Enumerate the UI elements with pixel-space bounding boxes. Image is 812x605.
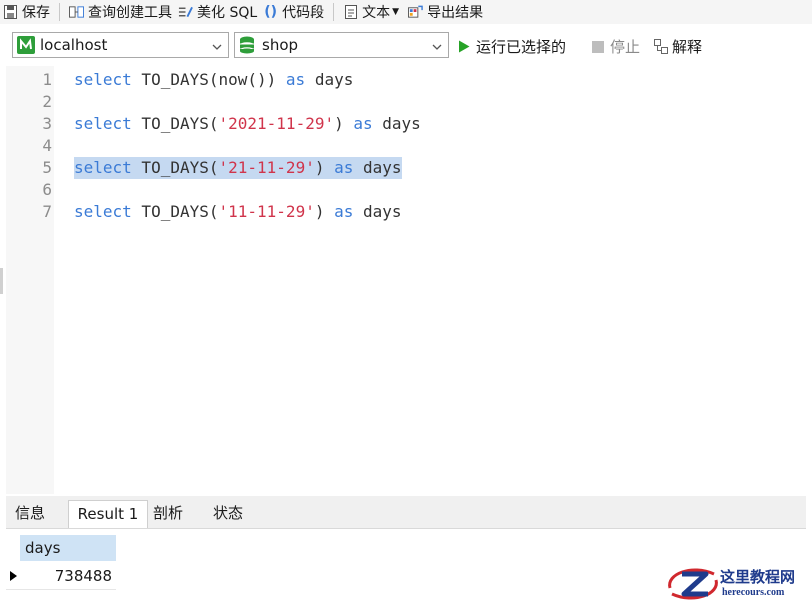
code-line[interactable]: 3 select TO_DAYS('2021-11-29') as days [6, 113, 806, 135]
query-builder-button[interactable]: 查询创建工具 [66, 0, 175, 24]
main-toolbar: 保存 查询创建工具 美化 SQL () 代码段 文本 ▼ 导出结果 [0, 0, 812, 24]
code-line[interactable]: 7 select TO_DAYS('11-11-29') as days [6, 201, 806, 223]
tab-profile[interactable]: 剖析 [148, 500, 188, 527]
keyword-token: as [334, 202, 354, 221]
server-select[interactable]: localhost [12, 32, 229, 58]
result-cell[interactable]: 738488 [20, 563, 112, 589]
beautify-sql-button[interactable]: 美化 SQL [175, 0, 260, 24]
beautify-icon [178, 5, 193, 20]
splitter-handle[interactable] [0, 268, 3, 294]
keyword-token: select [74, 158, 132, 177]
toolbar-divider [59, 3, 60, 21]
string-token: '11-11-29' [218, 202, 315, 221]
stop-icon [592, 40, 604, 53]
watermark-title: 这里教程网 [720, 568, 796, 586]
line-number: 4 [42, 136, 52, 155]
text-icon [343, 5, 358, 20]
function-token: TO_DAYS( [131, 114, 219, 133]
watermark-logo-icon [668, 568, 718, 600]
string-token: '21-11-29' [218, 158, 315, 177]
watermark-url: herecours.com [722, 587, 785, 598]
current-row-marker-icon [10, 571, 17, 581]
alias-token: days [353, 202, 402, 221]
keyword-token: select [74, 70, 132, 89]
query-builder-label: 查询创建工具 [88, 5, 172, 21]
keyword-token: as [334, 158, 354, 177]
paren-token: ) [314, 202, 335, 221]
function-token: TO_DAYS( [131, 158, 219, 177]
snippet-button[interactable]: () 代码段 [260, 0, 327, 24]
table-row[interactable]: 738488 [6, 563, 116, 589]
keyword-token: select [74, 114, 132, 133]
chevron-down-icon [432, 38, 442, 50]
snippet-icon: () [264, 4, 278, 20]
run-selected-button[interactable]: 运行已选择的 [458, 36, 566, 57]
export-results-label: 导出结果 [427, 5, 484, 21]
keyword-token: as [285, 70, 306, 89]
save-icon [3, 5, 18, 20]
connection-toolbar: localhost shop 运行已选择的 停止 解释 [0, 30, 812, 62]
code-line[interactable]: 4 [6, 135, 806, 157]
explain-label: 解释 [672, 38, 703, 56]
result-tabs: 信息 Result 1 剖析 状态 [6, 496, 806, 529]
text-selection: select TO_DAYS('21-11-29') as days [74, 157, 402, 179]
explain-icon [654, 39, 668, 54]
line-number: 5 [42, 158, 52, 177]
code-line[interactable]: 1 select TO_DAYS(now()) as days [6, 69, 806, 91]
text-mode-label: 文本 [362, 5, 391, 21]
line-number: 3 [42, 114, 52, 133]
toolbar-divider [333, 3, 335, 21]
chevron-down-icon[interactable]: ▼ [392, 7, 399, 17]
function-token: TO_DAYS( [131, 202, 219, 221]
stop-label: 停止 [610, 38, 641, 56]
alias-token: days [305, 70, 354, 89]
chevron-down-icon [212, 38, 222, 50]
row-divider [6, 589, 116, 590]
database-value: shop [262, 36, 299, 54]
function-token: TO_DAYS(now()) [131, 70, 286, 89]
run-selected-label: 运行已选择的 [476, 38, 567, 56]
code-line-selected[interactable]: 5 select TO_DAYS('21-11-29') as days [6, 157, 806, 179]
line-number: 6 [42, 180, 52, 199]
snippet-label: 代码段 [282, 5, 325, 21]
beautify-sql-label: 美化 SQL [197, 5, 258, 21]
line-number: 7 [42, 202, 52, 221]
tab-result-1[interactable]: Result 1 [68, 500, 148, 528]
string-token: '2021-11-29' [218, 114, 335, 133]
tab-status[interactable]: 状态 [206, 500, 250, 527]
stop-button[interactable]: 停止 [592, 36, 640, 57]
column-header-days[interactable]: days [20, 535, 116, 561]
export-results-button[interactable]: 导出结果 [405, 0, 486, 24]
tab-info[interactable]: 信息 [10, 500, 50, 527]
server-value: localhost [40, 36, 108, 54]
alias-token: days [353, 158, 402, 177]
line-number: 2 [42, 92, 52, 111]
query-builder-icon [69, 5, 84, 20]
site-watermark: 这里教程网 herecours.com [664, 562, 812, 605]
keyword-token: select [74, 202, 132, 221]
export-icon [408, 5, 423, 20]
explain-button[interactable]: 解释 [654, 36, 702, 57]
code-line[interactable]: 6 [6, 179, 806, 201]
sql-editor[interactable]: 1 select TO_DAYS(now()) as days 2 3 sele… [6, 66, 806, 494]
paren-token: ) [314, 158, 335, 177]
line-number: 1 [42, 70, 52, 89]
save-button[interactable]: 保存 [0, 0, 53, 24]
database-icon [239, 36, 257, 54]
run-icon [458, 40, 470, 53]
text-mode-button[interactable]: 文本 ▼ [340, 0, 405, 24]
database-select[interactable]: shop [234, 32, 449, 58]
paren-token: ) [334, 114, 354, 133]
alias-token: days [372, 114, 421, 133]
keyword-token: as [353, 114, 373, 133]
server-icon [17, 36, 35, 54]
code-line[interactable]: 2 [6, 91, 806, 113]
save-label: 保存 [22, 5, 50, 21]
